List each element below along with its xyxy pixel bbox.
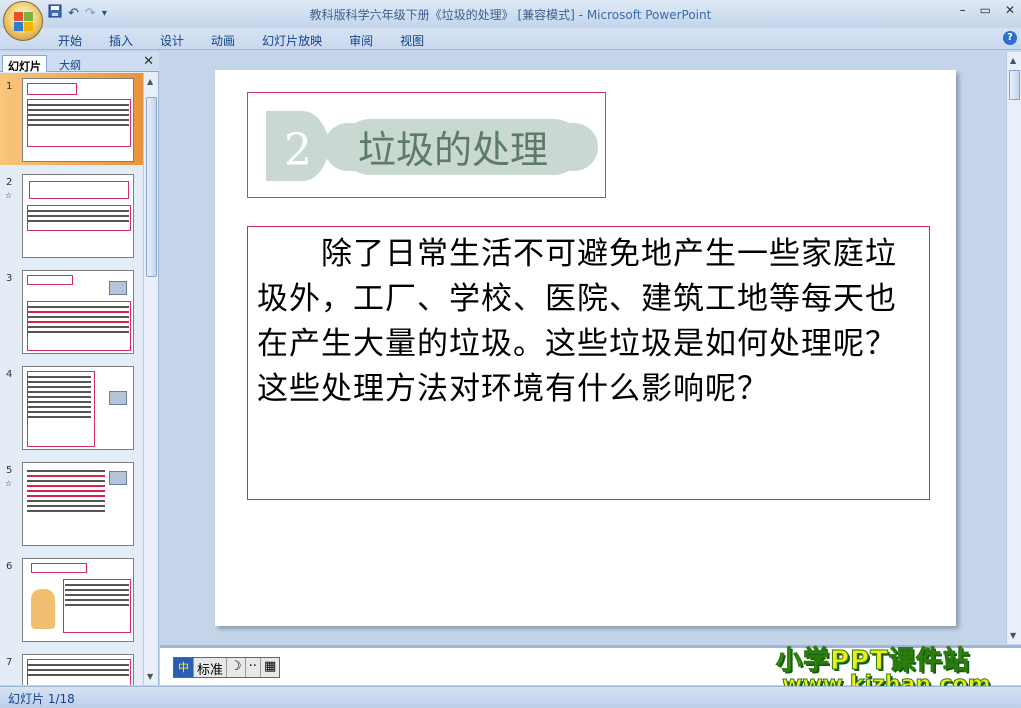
thumbnail-number: 1	[6, 81, 13, 92]
slides-panel: 幻灯片 大纲 ✕ 1 2 ☆ 3 4 5 ☆ 6 7 ▲ ▼	[0, 52, 159, 685]
thumb-text-lines	[27, 207, 129, 225]
ime-toolbar[interactable]: 中 标准 ☽ ·· ▦	[173, 657, 281, 678]
minimize-button[interactable]: –	[960, 3, 966, 17]
tab-slides[interactable]: 幻灯片	[2, 55, 47, 73]
status-bar: 幻灯片 1/18	[0, 686, 1021, 708]
body-placeholder[interactable]: 除了日常生活不可避免地产生一些家庭垃圾外，工厂、学校、医院、建筑工地等每天也在产…	[247, 226, 930, 500]
close-button[interactable]: ✕	[1005, 3, 1015, 17]
thumbnail-list: 1 2 ☆ 3 4 5 ☆ 6 7	[0, 73, 143, 685]
badge-title: 垃圾的处理	[358, 128, 548, 172]
ime-moon-icon[interactable]: ☽	[227, 658, 246, 677]
restore-button[interactable]: ▭	[980, 3, 991, 17]
thumb-title-frame	[31, 563, 87, 573]
thumb-image	[109, 471, 127, 485]
thumbnail-number: 6	[6, 561, 13, 572]
ime-logo-icon[interactable]: 中	[174, 658, 194, 677]
panel-tabs: 幻灯片 大纲 ✕	[0, 52, 159, 73]
thumbnail-preview	[22, 270, 134, 354]
tab-review[interactable]: 审阅	[349, 32, 388, 49]
tab-slideshow[interactable]: 幻灯片放映	[262, 32, 337, 49]
tab-design[interactable]: 设计	[160, 32, 199, 49]
tab-insert[interactable]: 插入	[109, 32, 148, 49]
thumb-image	[109, 391, 127, 405]
slide-thumbnail-6[interactable]: 6	[0, 553, 143, 645]
thumb-people-image	[31, 589, 55, 629]
thumb-text-lines	[27, 101, 129, 129]
thumbnail-preview	[22, 462, 134, 546]
scrollbar-thumb[interactable]	[146, 97, 157, 277]
ime-keyboard-icon[interactable]: ▦	[261, 658, 279, 677]
ime-punct-icon[interactable]: ··	[246, 658, 261, 677]
slide-thumbnail-3[interactable]: 3	[0, 265, 143, 357]
tab-animations[interactable]: 动画	[211, 32, 250, 49]
tab-view[interactable]: 视图	[400, 32, 439, 49]
thumbnail-number: 3	[6, 273, 13, 284]
animation-star-icon: ☆	[5, 479, 13, 488]
thumb-title-frame	[29, 181, 129, 199]
slide-workspace: 2 垃圾的处理 除了日常生活不可避免地产生一些家庭垃圾外，工厂、学校、医院、建筑…	[160, 52, 1006, 644]
tab-outline[interactable]: 大纲	[54, 55, 86, 72]
thumb-text-lines	[27, 373, 91, 421]
thumbnail-scrollbar[interactable]: ▲ ▼	[143, 73, 158, 685]
scroll-up-icon[interactable]: ▲	[147, 77, 153, 86]
thumbnail-preview	[22, 174, 134, 258]
window-title: 教科版科学六年级下册《垃圾的处理》 [兼容模式] - Microsoft Pow…	[0, 6, 1021, 23]
badge-number: 2	[284, 125, 312, 176]
thumb-image	[109, 281, 127, 295]
scrollbar-thumb[interactable]	[1009, 70, 1020, 100]
panel-close-icon[interactable]: ✕	[143, 54, 154, 69]
slide-canvas[interactable]: 2 垃圾的处理 除了日常生活不可避免地产生一些家庭垃圾外，工厂、学校、医院、建筑…	[215, 70, 956, 626]
slide-scrollbar[interactable]: ▲ ▼	[1006, 52, 1021, 644]
title-badge: 2 垃圾的处理	[266, 111, 598, 181]
window-controls: – ▭ ✕	[960, 3, 1015, 17]
thumb-title-frame	[27, 83, 77, 95]
thumbnail-preview	[22, 654, 134, 685]
thumbnail-preview	[22, 78, 134, 162]
slide-thumbnail-4[interactable]: 4	[0, 361, 143, 453]
thumbnail-preview	[22, 558, 134, 642]
slide-body-text: 除了日常生活不可避免地产生一些家庭垃圾外，工厂、学校、医院、建筑工地等每天也在产…	[257, 232, 927, 412]
tab-home[interactable]: 开始	[58, 32, 97, 49]
thumb-text-lines	[27, 661, 129, 679]
slide-body-content: 除了日常生活不可避免地产生一些家庭垃圾外，工厂、学校、医院、建筑工地等每天也在产…	[257, 236, 897, 407]
thumb-title-frame	[27, 275, 73, 285]
thumb-text-lines	[27, 467, 105, 515]
title-bar: ↶ ↷ ▾ 教科版科学六年级下册《垃圾的处理》 [兼容模式] - Microso…	[0, 0, 1021, 41]
ribbon: 开始 插入 设计 动画 幻灯片放映 审阅 视图 ?	[0, 28, 1021, 50]
office-button[interactable]	[3, 1, 43, 41]
thumbnail-number: 4	[6, 369, 13, 380]
thumbnail-number: 7	[6, 657, 13, 668]
thumb-text-lines	[65, 581, 129, 609]
scroll-down-icon[interactable]: ▼	[147, 672, 153, 681]
office-logo-icon	[14, 12, 34, 32]
animation-star-icon: ☆	[5, 191, 13, 200]
slide-thumbnail-1[interactable]: 1	[0, 73, 143, 165]
thumbnail-number: 5	[6, 465, 13, 476]
ime-mode[interactable]: 标准	[194, 658, 228, 678]
scroll-up-icon[interactable]: ▲	[1010, 56, 1016, 65]
thumbnail-preview	[22, 366, 134, 450]
thumb-text-lines	[27, 303, 129, 336]
app-name: Microsoft PowerPoint	[586, 8, 712, 22]
slide-thumbnail-5[interactable]: 5 ☆	[0, 457, 143, 549]
document-title: 教科版科学六年级下册《垃圾的处理》 [兼容模式] -	[309, 8, 587, 22]
slide-thumbnail-7[interactable]: 7	[0, 649, 143, 685]
slide-thumbnail-2[interactable]: 2 ☆	[0, 169, 143, 261]
scroll-down-icon[interactable]: ▼	[1010, 631, 1016, 640]
help-icon[interactable]: ?	[1003, 31, 1017, 45]
title-placeholder[interactable]: 2 垃圾的处理	[247, 92, 606, 198]
ribbon-tabs: 开始 插入 设计 动画 幻灯片放映 审阅 视图	[58, 32, 451, 49]
slide-counter: 幻灯片 1/18	[8, 692, 75, 706]
thumbnail-number: 2	[6, 177, 13, 188]
